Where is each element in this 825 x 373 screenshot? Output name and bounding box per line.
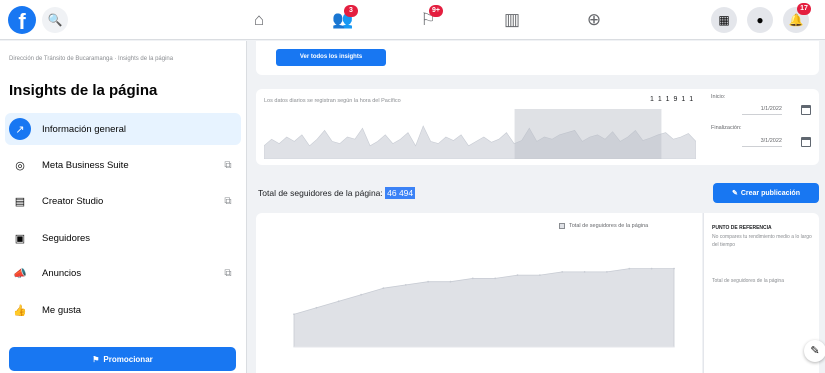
sidebar-item-overview[interactable]: ↗ Información general: [5, 113, 241, 145]
sidebar-item-ads[interactable]: 📣 Anuncios ⧉: [5, 257, 241, 289]
followers-total-title: Total de seguidores de la página: 46 494: [258, 187, 416, 199]
sidebar-item-label: Información general: [42, 123, 126, 135]
compose-edit-icon[interactable]: ✎: [804, 340, 825, 362]
pencil-icon: ✎: [731, 190, 738, 197]
sidebar-item-creator-studio[interactable]: ▤ Creator Studio ⧉: [5, 185, 241, 217]
calendar-icon[interactable]: [801, 137, 811, 147]
search-icon[interactable]: 🔍: [42, 7, 68, 33]
followers-data-point[interactable]: [427, 280, 429, 283]
sidebar-item-label: Meta Business Suite: [42, 159, 129, 171]
followers-title-text: Total de seguidores de la página:: [258, 188, 383, 198]
followers-data-point[interactable]: [583, 271, 586, 273]
pages-badge: 9+: [429, 5, 443, 17]
followers-data-point[interactable]: [516, 274, 519, 276]
followers-area-chart: [293, 267, 675, 348]
reference-title: PUNTO DE REFERENCIA: [712, 225, 772, 231]
creator-studio-icon: ▤: [14, 195, 26, 208]
notifications-button[interactable]: 🔔 17: [783, 3, 811, 33]
followers-series-area: [293, 268, 675, 348]
date-range-summary: 1 1 1 9 1 1: [650, 96, 695, 103]
followers-data-point[interactable]: [539, 274, 541, 276]
chart-legend[interactable]: Total de seguidores de la página: [559, 223, 648, 229]
sidebar-item-meta-business-suite[interactable]: ◎ Meta Business Suite ⧉: [5, 149, 241, 181]
notifications-badge: 17: [797, 3, 811, 15]
notifications-icon: 🔔: [788, 13, 804, 27]
start-date-input[interactable]: 1/1/2022: [742, 103, 782, 115]
sidebar-item-label: Me gusta: [42, 304, 82, 316]
legend-label: Total de seguidores de la página: [569, 223, 649, 229]
end-date-label: Finalización:: [711, 125, 742, 131]
megaphone-icon: 📣: [13, 267, 27, 280]
insights-main: Ver todos los insights Los datos diarios…: [248, 41, 825, 373]
start-date-label: Inicio:: [711, 94, 726, 100]
followers-data-point[interactable]: [471, 277, 474, 280]
see-all-insights-button[interactable]: Ver todos los insights: [276, 49, 386, 66]
legend-swatch: [559, 223, 565, 229]
breadcrumb[interactable]: Dirección de Tránsito de Bucaramanga · I…: [9, 55, 237, 64]
followers-icon: ▣: [14, 232, 26, 245]
external-link-icon: ⧉: [224, 159, 232, 171]
followers-data-point[interactable]: [673, 267, 675, 270]
create-post-label: Crear publicación: [740, 189, 800, 197]
sidebar-item-label: Anuncios: [42, 267, 82, 279]
home-icon: ⌂: [253, 10, 265, 29]
thumbs-up-icon: 👍: [13, 304, 27, 317]
followers-data-point[interactable]: [650, 267, 653, 270]
menu-grid-icon: ▦: [718, 13, 730, 27]
messenger-button[interactable]: ●: [747, 7, 773, 33]
calendar-icon[interactable]: [801, 105, 811, 115]
followers-data-point[interactable]: [561, 271, 564, 273]
flag-icon: ⚑: [92, 354, 100, 364]
followers-data-point[interactable]: [606, 271, 608, 273]
create-post-button[interactable]: ✎ Crear publicación: [713, 183, 819, 203]
marketplace-icon: ▥: [503, 10, 521, 29]
sidebar-item-label: Creator Studio: [42, 195, 104, 207]
nav-groups[interactable]: ⊕: [580, 8, 608, 32]
followers-count: 46 494: [385, 187, 416, 199]
reference-description: No compares tu rendimiento medio a lo la…: [712, 234, 812, 248]
meta-business-suite-icon: ◎: [15, 159, 25, 172]
external-link-icon: ⧉: [224, 195, 232, 207]
facebook-logo[interactable]: f: [8, 6, 36, 34]
nav-pages[interactable]: ⚐ 9+: [414, 5, 443, 32]
nav-marketplace[interactable]: ▥: [498, 8, 526, 32]
top-navigation-bar: f 🔍 ⌂ 👥 3 ⚐ 9+ ▥ ⊕ ▦ ● 🔔 17: [0, 0, 825, 40]
sidebar-item-likes[interactable]: 👍 Me gusta: [5, 294, 241, 326]
page-title: Insights de la página: [9, 82, 158, 99]
groups-icon: ⊕: [586, 10, 602, 29]
insights-sidebar: Dirección de Tránsito de Bucaramanga · I…: [0, 41, 247, 373]
overview-trend-icon: ↗: [9, 118, 31, 140]
followers-data-point[interactable]: [449, 280, 452, 283]
followers-data-point[interactable]: [337, 300, 340, 303]
mini-chart-selection[interactable]: [514, 109, 662, 159]
sidebar-item-followers[interactable]: ▣ Seguidores: [5, 222, 241, 254]
followers-data-point[interactable]: [628, 267, 631, 270]
reference-panel: PUNTO DE REFERENCIA No compares tu rendi…: [703, 213, 819, 373]
followers-header: Total de seguidores de la página: 46 494…: [248, 175, 825, 209]
menu-button[interactable]: ▦: [711, 7, 737, 33]
sidebar-item-label: Seguidores: [42, 232, 91, 244]
reference-item[interactable]: Total de seguidores de la página: [712, 277, 812, 285]
insights-header-card: Ver todos los insights: [256, 41, 819, 75]
promote-label: Promocionar: [103, 354, 153, 364]
followers-data-point[interactable]: [382, 287, 385, 290]
external-link-icon: ⧉: [224, 267, 232, 279]
nav-friends[interactable]: 👥 3: [329, 5, 358, 32]
followers-data-point[interactable]: [360, 293, 362, 296]
end-date-input[interactable]: 3/1/2022: [742, 135, 782, 147]
nav-home[interactable]: ⌂: [245, 8, 273, 32]
followers-chart-card: Total de seguidores de la página: [256, 213, 702, 373]
date-range-selector-chart[interactable]: [264, 109, 696, 159]
friends-badge: 3: [344, 5, 358, 17]
timezone-note: Los datos diarios se registran según la …: [264, 98, 401, 104]
followers-data-point[interactable]: [315, 306, 318, 309]
date-range-card: Los datos diarios se registran según la …: [256, 89, 819, 165]
promote-button[interactable]: ⚑ Promocionar: [9, 347, 236, 371]
followers-data-point[interactable]: [293, 313, 295, 316]
messenger-icon: ●: [756, 13, 764, 27]
followers-data-point[interactable]: [404, 284, 407, 286]
followers-data-point[interactable]: [494, 277, 497, 280]
